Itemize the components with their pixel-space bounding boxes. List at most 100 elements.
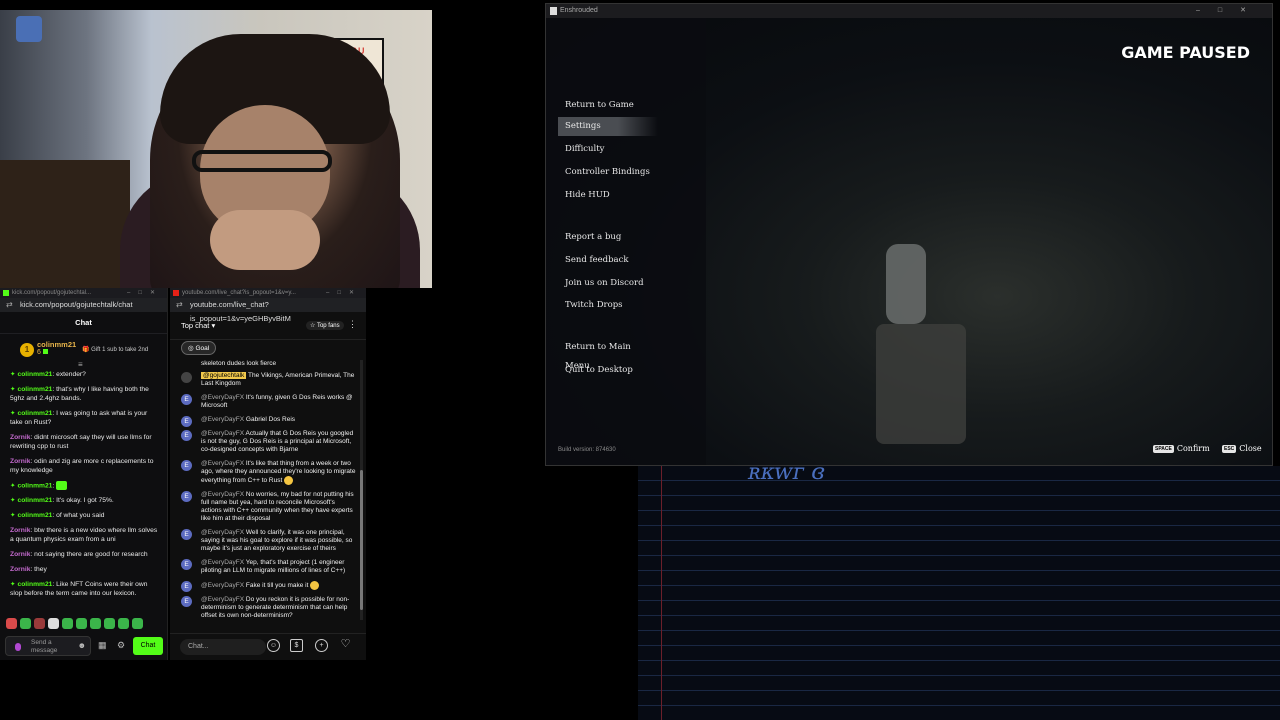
menu-item-join-us-on-discord[interactable]: Join us on Discord bbox=[558, 274, 658, 293]
avatar[interactable]: E bbox=[181, 430, 192, 441]
mic-icon[interactable] bbox=[15, 643, 21, 651]
avatar[interactable]: E bbox=[181, 416, 192, 427]
menu-item-send-feedback[interactable]: Send feedback bbox=[558, 251, 658, 270]
menu-item-hide-hud[interactable]: Hide HUD bbox=[558, 186, 658, 205]
kick-message-list: ✦ colinmm21: extender? ✦ colinmm21: that'… bbox=[0, 368, 167, 598]
glasses bbox=[192, 150, 332, 172]
chat-username[interactable]: @EveryDayFX bbox=[201, 596, 244, 603]
emoji-icon[interactable]: ☺ bbox=[267, 639, 280, 652]
youtube-input-row: Chat... ☺ $ + ♡ bbox=[170, 633, 366, 660]
super-chat-icon[interactable]: $ bbox=[290, 639, 303, 652]
chat-username[interactable]: Zornik bbox=[10, 551, 30, 558]
chat-username[interactable]: @EveryDayFX bbox=[201, 394, 244, 401]
notebook-canvas[interactable]: ʀᴋᴡᴦ ɞ bbox=[638, 466, 1280, 720]
avatar[interactable]: E bbox=[181, 529, 192, 541]
window-controls[interactable]: –□✕ bbox=[326, 288, 362, 298]
avatar[interactable]: E bbox=[181, 596, 192, 608]
menu-item-quit-to-desktop[interactable]: Quit to Desktop bbox=[558, 361, 658, 380]
chat-message: ✦ colinmm21: of what you said bbox=[10, 511, 161, 520]
chat-username[interactable]: Zornik bbox=[10, 458, 30, 465]
menu-item-controller-bindings[interactable]: Controller Bindings bbox=[558, 163, 658, 182]
chat-username[interactable]: colinmm21 bbox=[17, 371, 52, 378]
heart-icon[interactable]: ♡ bbox=[339, 639, 352, 652]
goal-chip[interactable]: ◎ Goal bbox=[181, 341, 217, 355]
chat-username[interactable]: @EveryDayFX bbox=[201, 430, 244, 437]
chat-username[interactable]: Zornik bbox=[10, 566, 30, 573]
chat-username[interactable]: Zornik bbox=[10, 434, 30, 441]
chat-username[interactable]: colinmm21 bbox=[17, 386, 52, 393]
chat-text: : extender? bbox=[52, 371, 86, 378]
menu-item-difficulty[interactable]: Difficulty bbox=[558, 140, 658, 159]
avatar[interactable] bbox=[181, 372, 192, 383]
youtube-scrollbar[interactable] bbox=[360, 360, 363, 620]
chat-username[interactable]: colinmm21 bbox=[17, 410, 52, 417]
site-info-icon[interactable]: ⇄ bbox=[176, 298, 183, 312]
add-icon[interactable]: + bbox=[315, 639, 328, 652]
chat-username[interactable]: colinmm21 bbox=[17, 581, 52, 588]
emote-icon[interactable] bbox=[104, 618, 115, 629]
emote-icon[interactable] bbox=[76, 618, 87, 629]
youtube-tab[interactable]: youtube.com/live_chat?is_popout=1&v=y...… bbox=[170, 288, 366, 298]
close-hint[interactable]: ESC Close bbox=[1222, 444, 1262, 453]
avatar[interactable]: E bbox=[181, 559, 192, 571]
chat-username[interactable]: Zornik bbox=[10, 527, 30, 534]
window-controls[interactable]: –□✕ bbox=[1196, 4, 1264, 18]
emote-icon[interactable] bbox=[48, 618, 59, 629]
chat-text: : not saying there are good for research bbox=[30, 551, 148, 559]
gift-sub-label[interactable]: 🎁 Gift 1 sub to take 2nd bbox=[82, 346, 148, 353]
confirm-hint[interactable]: SPACE Confirm bbox=[1153, 444, 1210, 453]
chat-message: E @EveryDayFX Gabriel Dos Reis bbox=[178, 416, 356, 427]
menu-item-twitch-drops[interactable]: Twitch Drops bbox=[558, 296, 658, 315]
pinned-gifter[interactable]: 1 colinmm21 6 🎁 Gift 1 sub to take 2nd ≡ bbox=[0, 334, 167, 369]
emote-icon[interactable] bbox=[62, 618, 73, 629]
menu-item-return-to-game[interactable]: Return to Game bbox=[558, 96, 658, 115]
avatar[interactable]: E bbox=[181, 491, 192, 503]
menu-item-report-a-bug[interactable]: Report a bug bbox=[558, 228, 658, 247]
kick-address-bar[interactable]: ⇄ kick.com/popout/gojutechtalk/chat bbox=[0, 298, 167, 312]
chat-username[interactable]: @EveryDayFX bbox=[201, 460, 244, 467]
site-info-icon[interactable]: ⇄ bbox=[6, 298, 13, 312]
emote-icon[interactable] bbox=[6, 618, 17, 629]
avatar[interactable]: E bbox=[181, 394, 192, 405]
settings-gear-icon[interactable]: ⚙ bbox=[117, 640, 125, 651]
emote-icon[interactable] bbox=[132, 618, 143, 629]
kick-message-input[interactable]: Send a message ☻ bbox=[5, 636, 91, 656]
scroll-thumb[interactable] bbox=[360, 470, 363, 610]
chat-username[interactable]: @EveryDayFX bbox=[201, 491, 244, 498]
player-character bbox=[886, 244, 926, 324]
menu-item-return-to-main-menu[interactable]: Return to Main Menu bbox=[558, 338, 658, 371]
emote-icon[interactable] bbox=[90, 618, 101, 629]
chat-username[interactable]: @gojutechtalk bbox=[201, 372, 247, 379]
chat-username[interactable]: colinmm21 bbox=[17, 497, 52, 504]
collapse-chevron-icon[interactable]: ≡ bbox=[78, 360, 83, 369]
chat-username[interactable]: @EveryDayFX bbox=[201, 582, 244, 589]
top-fans-button[interactable]: ☆ Top fans bbox=[306, 321, 344, 330]
more-options-icon[interactable]: ⋮ bbox=[348, 319, 357, 330]
chat-username[interactable]: @EveryDayFX bbox=[201, 529, 244, 536]
emote-icon[interactable] bbox=[20, 618, 31, 629]
avatar[interactable]: E bbox=[181, 460, 192, 471]
chat-message: E @EveryDayFX It's like that thing from a… bbox=[178, 460, 356, 485]
top-chat-dropdown[interactable]: Top chat ▾ bbox=[181, 321, 215, 330]
emote-icon[interactable] bbox=[34, 618, 45, 629]
chat-message: @gojutechtalk The Vikings, American Prim… bbox=[178, 372, 356, 388]
chat-username[interactable]: @EveryDayFX bbox=[201, 559, 244, 566]
chat-username[interactable]: @EveryDayFX bbox=[201, 416, 244, 423]
avatar[interactable]: E bbox=[181, 581, 192, 593]
chat-message: ✦ colinmm21: It's okay. I got 75%. bbox=[10, 496, 161, 505]
emote-bar[interactable] bbox=[6, 618, 143, 629]
chat-username[interactable]: colinmm21 bbox=[17, 482, 52, 489]
emoji-icon[interactable]: ☻ bbox=[78, 641, 86, 650]
store-icon[interactable]: ▦ bbox=[98, 640, 107, 651]
kick-chat-send-button[interactable]: Chat bbox=[133, 637, 163, 655]
chat-username[interactable]: colinmm21 bbox=[17, 512, 52, 519]
chat-message: ✦ colinmm21: extender? bbox=[10, 370, 161, 379]
pinned-username[interactable]: colinmm21 bbox=[37, 340, 76, 349]
game-titlebar[interactable]: Enshrouded –□✕ bbox=[546, 4, 1272, 18]
emote-icon[interactable] bbox=[118, 618, 129, 629]
youtube-address-bar[interactable]: ⇄ youtube.com/live_chat?is_popout=1&v=ye… bbox=[170, 298, 366, 323]
youtube-chat-input[interactable]: Chat... bbox=[180, 639, 266, 655]
kick-tab[interactable]: kick.com/popout/gojutechtal... –□✕ bbox=[0, 288, 167, 298]
window-controls[interactable]: –□✕ bbox=[127, 288, 163, 298]
menu-item-settings[interactable]: Settings bbox=[558, 117, 658, 136]
